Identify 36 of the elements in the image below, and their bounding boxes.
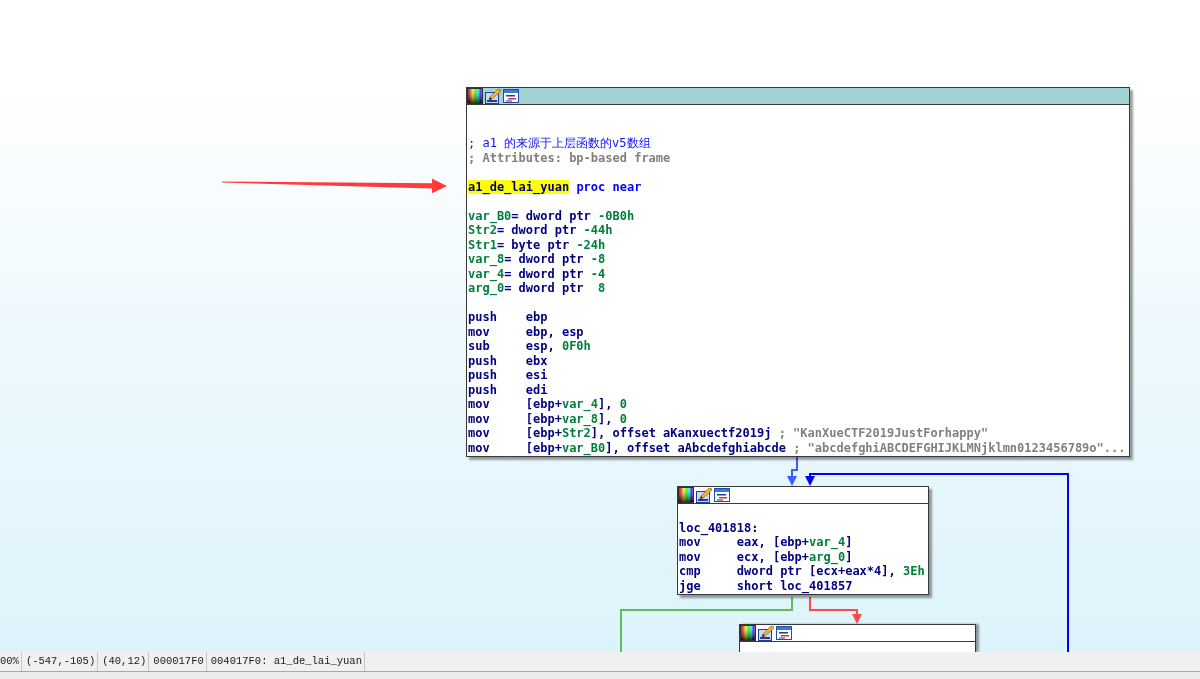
- instruction-line: push edi: [468, 382, 548, 397]
- instruction-line: sub esp, 0F0h: [468, 339, 591, 354]
- instruction-line: push ebx: [468, 353, 548, 368]
- variable-line: var_B0= dword ptr -0B0h: [468, 208, 635, 223]
- instruction-line: jge short loc_401857: [679, 578, 853, 593]
- variable-line: var_8= dword ptr -8: [468, 252, 606, 267]
- variable-line: Str1= byte ptr -24h: [468, 237, 606, 252]
- comment-line: ; Attributes: bp-based frame: [468, 150, 671, 165]
- instruction-line: push esi: [468, 368, 548, 383]
- color-gradient-icon[interactable]: [678, 487, 694, 503]
- window-icon[interactable]: [503, 88, 519, 104]
- window-icon[interactable]: [776, 625, 792, 641]
- instruction-line: mov [ebp+var_B0], offset aAbcdefghiabcde ; "abcdefghiABCDEFGHIJKLMNjklmn0123456789o"...: [468, 440, 1126, 455]
- label-line: loc_401818:: [679, 520, 759, 535]
- label-line: a1_de_lai_yuan proc near: [468, 179, 642, 194]
- instruction-line: mov ecx, [ebp+arg_0]: [679, 549, 853, 564]
- color-gradient-icon[interactable]: [467, 88, 483, 104]
- instruction-line: cmp dword ptr [ecx+eax*4], 3Eh: [679, 564, 925, 579]
- comment-line: ; a1 的来源于上层函数的v5数组: [468, 136, 651, 151]
- variable-line: Str2= dword ptr -44h: [468, 223, 613, 238]
- instruction-line: mov ebp, esp: [468, 324, 584, 339]
- window-icon[interactable]: [714, 487, 730, 503]
- graph-node[interactable]: [466, 87, 1130, 457]
- graph-node[interactable]: [739, 624, 976, 652]
- instruction-line: push ebp: [468, 310, 548, 325]
- variable-line: var_4= dword ptr -4: [468, 266, 606, 281]
- pencil-icon[interactable]: [696, 487, 712, 503]
- instruction-line: mov [ebp+var_8], 0: [468, 411, 627, 426]
- graph-node[interactable]: loc_401818: mov eax, [ebp+var_4] mov ecx, [ebp+arg_0] cmp dword ptr [ecx+eax*4], 3Eh jge short loc_401857: [677, 486, 929, 595]
- pencil-icon[interactable]: [485, 88, 501, 104]
- pencil-icon[interactable]: [758, 625, 774, 641]
- variable-line: arg_0= dword ptr 8: [468, 281, 606, 296]
- instruction-line: mov [ebp+var_4], 0: [468, 397, 627, 412]
- instruction-line: mov eax, [ebp+var_4]: [679, 535, 853, 550]
- color-gradient-icon[interactable]: [740, 625, 756, 641]
- instruction-line: mov [ebp+Str2], offset aKanxuectf2019j ; "KanXueCTF2019JustForhappy": [468, 426, 989, 441]
